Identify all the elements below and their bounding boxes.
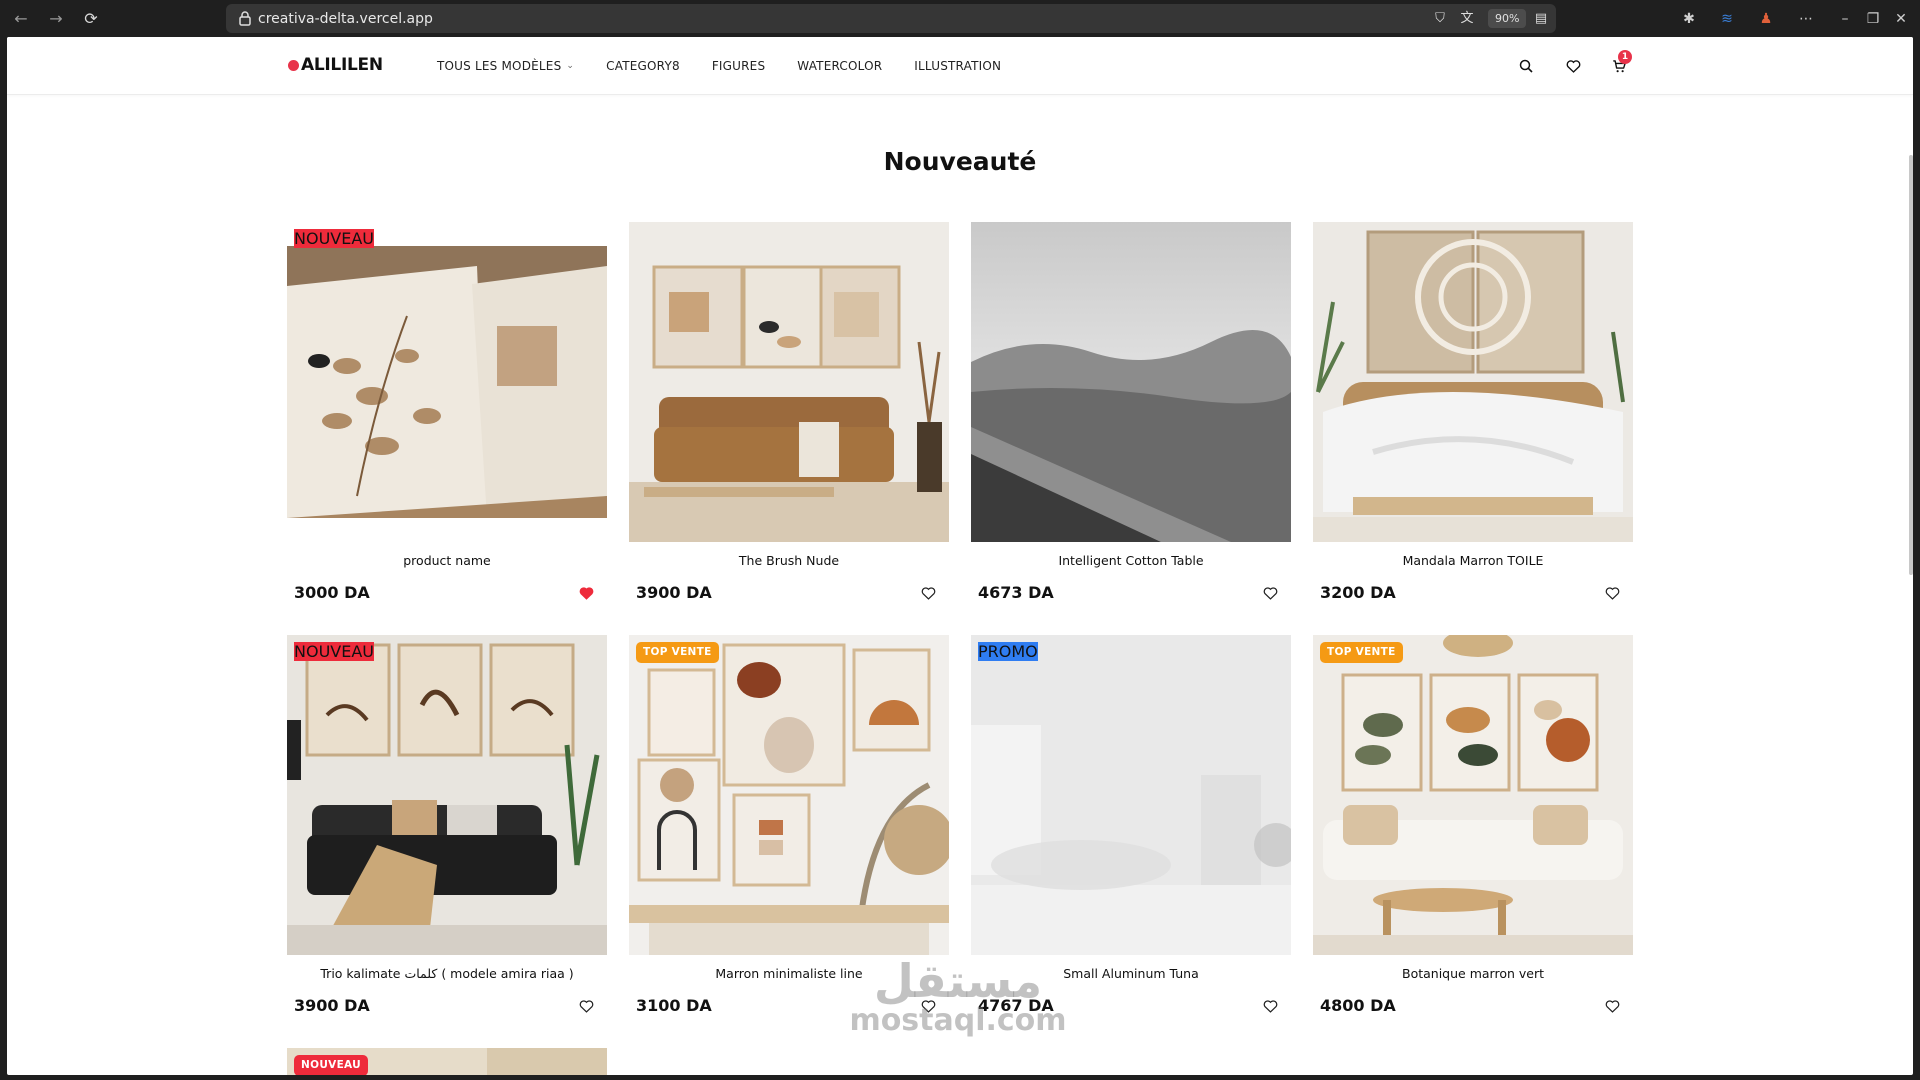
menu-item-label: CATEGORY8 xyxy=(606,59,680,73)
minimize-icon[interactable]: – xyxy=(1834,8,1856,30)
zoom-level[interactable]: 90% xyxy=(1488,9,1527,28)
product-image[interactable] xyxy=(287,246,607,518)
product-image[interactable] xyxy=(971,222,1291,542)
watermark-latin: mostaql.com xyxy=(849,1003,1067,1038)
chevron-down-icon: ⌄ xyxy=(566,61,575,71)
cart-count-badge: 1 xyxy=(1618,50,1632,64)
product-price: 3900 DA xyxy=(294,996,370,1015)
page-viewport: ALILILEN TOUS LES MODÈLES ⌄ CATEGORY8 FI… xyxy=(7,37,1913,1075)
page-scrollbar[interactable] xyxy=(1909,155,1913,575)
heart-icon[interactable] xyxy=(1261,997,1279,1015)
product-name[interactable]: product name xyxy=(287,553,607,568)
reader-icon[interactable]: ▤ xyxy=(1532,10,1550,28)
product-badge: NOUVEAU xyxy=(294,229,374,248)
product-name[interactable]: Botanique marron vert xyxy=(1313,966,1633,981)
product-badge: NOUVEAU xyxy=(294,642,374,661)
forward-icon[interactable]: → xyxy=(43,6,69,32)
lock-icon xyxy=(239,11,251,26)
browser-toolbar: ← → ⟳ creativa-delta.vercel.app ⛉ 文 90% … xyxy=(0,0,1920,37)
heart-icon[interactable] xyxy=(577,997,595,1015)
logo-dot xyxy=(288,59,299,71)
extensions-icon[interactable]: ✱ xyxy=(1678,8,1700,30)
menu-item-label: ILLUSTRATION xyxy=(914,59,1002,73)
product-price: 4800 DA xyxy=(1320,996,1396,1015)
translate-icon[interactable]: 文 xyxy=(1458,10,1476,28)
site-header: ALILILEN TOUS LES MODÈLES ⌄ CATEGORY8 FI… xyxy=(7,37,1913,95)
menu-item-illustration[interactable]: ILLUSTRATION xyxy=(914,59,1001,73)
reload-icon[interactable]: ⟳ xyxy=(78,6,104,32)
product-card[interactable]: NOUVEAU xyxy=(287,1048,607,1075)
url-text: creativa-delta.vercel.app xyxy=(258,11,433,27)
heart-icon[interactable] xyxy=(1603,584,1621,602)
product-image[interactable] xyxy=(1313,635,1633,955)
menu-item-category8[interactable]: CATEGORY8 xyxy=(606,59,680,73)
close-icon[interactable]: ✕ xyxy=(1890,8,1912,30)
product-image[interactable] xyxy=(971,635,1291,955)
section-title: Nouveauté xyxy=(883,147,1037,176)
product-image[interactable] xyxy=(629,222,949,542)
product-price: 3000 DA xyxy=(294,583,370,602)
heart-filled-icon[interactable] xyxy=(577,584,595,602)
heart-icon[interactable] xyxy=(1603,997,1621,1015)
menu-item-all-models[interactable]: TOUS LES MODÈLES ⌄ xyxy=(437,59,574,73)
extension-figure-icon[interactable]: ♟ xyxy=(1755,8,1777,30)
back-icon[interactable]: ← xyxy=(8,6,34,32)
menu-item-label: FIGURES xyxy=(711,59,766,73)
product-image[interactable] xyxy=(629,635,949,955)
menu-item-label: TOUS LES MODÈLES xyxy=(437,59,562,73)
product-name[interactable]: The Brush Nude xyxy=(629,553,949,568)
restore-icon[interactable]: ❐ xyxy=(1862,8,1884,30)
product-image[interactable] xyxy=(1313,222,1633,542)
extension-wave-icon[interactable]: ≋ xyxy=(1716,8,1738,30)
address-bar[interactable]: creativa-delta.vercel.app ⛉ 文 90% ▤ xyxy=(226,4,1556,33)
menu-item-figures[interactable]: FIGURES xyxy=(712,59,765,73)
product-badge: NOUVEAU xyxy=(294,1055,368,1075)
product-name[interactable]: Trio kalimate كلمات ( modele amira riaa … xyxy=(287,966,607,981)
menu-dots-icon[interactable]: ⋯ xyxy=(1795,8,1817,30)
menu-item-watercolor[interactable]: WATERCOLOR xyxy=(797,59,882,73)
product-badge: TOP VENTE xyxy=(1320,642,1403,663)
heart-icon[interactable] xyxy=(919,584,937,602)
site-logo[interactable]: ALILILEN xyxy=(288,53,383,77)
main-menu: TOUS LES MODÈLES ⌄ CATEGORY8 FIGURES WAT… xyxy=(437,37,1033,95)
product-badge: PROMO xyxy=(978,642,1038,661)
shield-icon[interactable]: ⛉ xyxy=(1431,10,1449,28)
product-name[interactable]: Mandala Marron TOILE xyxy=(1313,553,1633,568)
menu-item-label: WATERCOLOR xyxy=(797,59,883,73)
product-image[interactable] xyxy=(287,635,607,955)
product-price: 3200 DA xyxy=(1320,583,1396,602)
product-price: 3900 DA xyxy=(636,583,712,602)
search-icon[interactable] xyxy=(1515,55,1537,77)
product-price: 4673 DA xyxy=(978,583,1054,602)
watermark-arabic: مستقل xyxy=(873,954,1043,1008)
product-badge: TOP VENTE xyxy=(636,642,719,663)
product-name[interactable]: Intelligent Cotton Table xyxy=(971,553,1291,568)
heart-icon[interactable] xyxy=(1562,55,1584,77)
heart-icon[interactable] xyxy=(1261,584,1279,602)
logo-text: ALILILEN xyxy=(301,55,383,75)
product-price: 3100 DA xyxy=(636,996,712,1015)
watermark: مستقل mostaql.com xyxy=(838,958,1078,1038)
